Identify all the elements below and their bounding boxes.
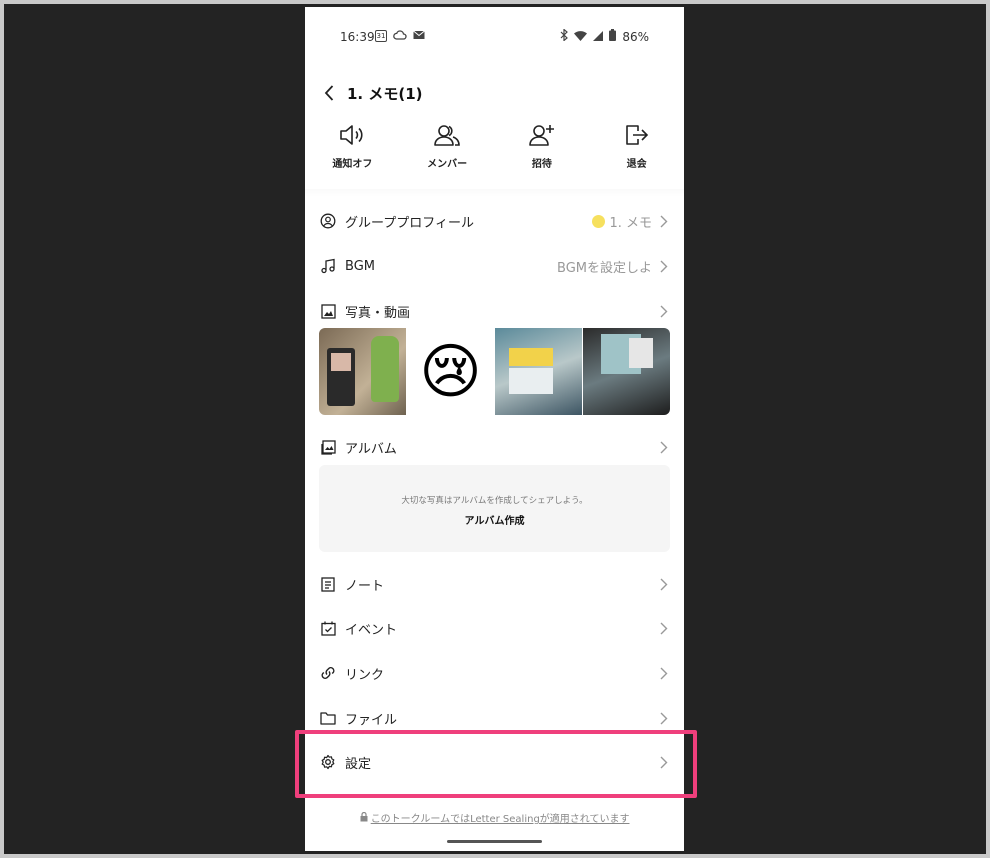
settings-label: 設定 xyxy=(345,756,372,772)
leave-label: 退会 xyxy=(626,159,647,170)
chevron-right-icon xyxy=(660,305,668,317)
photo-icon xyxy=(320,303,336,319)
letter-sealing-notice: このトークルームではLetter Sealingが適用されています xyxy=(305,810,684,825)
gear-icon xyxy=(321,754,335,770)
chevron-right-icon xyxy=(660,260,668,272)
music-note-icon xyxy=(321,258,335,274)
speaker-icon xyxy=(340,125,363,145)
profile-icon xyxy=(320,213,336,229)
bgm-value: BGMを設定しよ xyxy=(557,260,652,276)
note-icon xyxy=(321,576,335,592)
add-person-icon xyxy=(529,125,554,146)
page-title: 1. メモ(1) xyxy=(347,85,423,103)
photo-thumbnail[interactable] xyxy=(495,328,582,415)
chevron-right-icon xyxy=(660,578,668,590)
notifications-off-label: 通知オフ xyxy=(332,159,373,170)
note-label: ノート xyxy=(345,578,385,594)
chevron-right-icon xyxy=(660,667,668,679)
album-label: アルバム xyxy=(345,441,397,457)
notifications-off-button[interactable]: 通知オフ xyxy=(305,121,400,181)
calendar-check-icon xyxy=(320,621,336,636)
bluetooth-icon xyxy=(560,28,569,44)
link-icon xyxy=(321,667,335,679)
create-album-button[interactable]: アルバム作成 xyxy=(465,512,525,527)
chevron-right-icon xyxy=(660,441,668,453)
phone-screen: 16:39 31 86% 1. メモ(1) 通知オフ メンバー 招待 退会 グル… xyxy=(305,7,684,851)
photos-videos-row[interactable]: 写真・動画 xyxy=(319,297,670,325)
leave-button[interactable]: 退会 xyxy=(589,121,684,181)
album-icon xyxy=(320,439,336,455)
link-row[interactable]: リンク xyxy=(319,659,670,687)
members-button[interactable]: メンバー xyxy=(400,121,495,181)
photo-thumbnails: 😢 xyxy=(319,328,670,415)
link-label: リンク xyxy=(345,667,385,683)
bgm-label: BGM xyxy=(345,258,375,274)
photos-videos-label: 写真・動画 xyxy=(345,305,411,321)
back-button[interactable] xyxy=(319,81,339,105)
photo-thumbnail[interactable] xyxy=(583,328,670,415)
file-row[interactable]: ファイル xyxy=(319,704,670,732)
album-row[interactable]: アルバム xyxy=(319,433,670,461)
group-profile-label: グループプロフィール xyxy=(345,215,474,231)
home-indicator xyxy=(447,840,542,843)
event-label: イベント xyxy=(345,622,398,638)
album-hint: 大切な写真はアルバムを作成してシェアしよう。 xyxy=(401,496,588,506)
members-icon xyxy=(434,125,460,146)
note-row[interactable]: ノート xyxy=(319,570,670,598)
group-avatar-icon xyxy=(592,214,606,228)
chevron-left-icon xyxy=(324,85,334,101)
photo-thumbnail[interactable] xyxy=(319,328,406,415)
chevron-right-icon xyxy=(660,215,668,227)
group-profile-row[interactable]: グループプロフィール 1. メモ xyxy=(319,207,670,235)
event-row[interactable]: イベント xyxy=(319,614,670,642)
emoji-thumbnail[interactable]: 😢 xyxy=(407,328,494,415)
chevron-right-icon xyxy=(660,712,668,724)
album-empty-box: 大切な写真はアルバムを作成してシェアしよう。 アルバム作成 xyxy=(319,465,670,552)
battery-percent: 86% xyxy=(622,29,649,44)
settings-row[interactable]: 設定 xyxy=(319,748,670,776)
cloud-icon xyxy=(393,29,407,43)
calendar-day: 31 xyxy=(376,32,386,40)
status-bar: 16:39 31 86% xyxy=(305,7,684,65)
letter-sealing-link[interactable]: このトークルームではLetter Sealingが適用されています xyxy=(371,814,630,825)
calendar-icon: 31 xyxy=(375,30,387,42)
invite-label: 招待 xyxy=(531,159,552,170)
wifi-icon xyxy=(574,30,588,44)
lock-icon xyxy=(360,811,371,825)
exit-icon xyxy=(625,125,648,145)
group-profile-value: 1. メモ xyxy=(609,215,652,231)
invite-button[interactable]: 招待 xyxy=(495,121,590,181)
members-label: メンバー xyxy=(427,159,468,170)
divider xyxy=(305,189,684,197)
mail-icon xyxy=(413,29,425,43)
signal-icon xyxy=(593,30,604,44)
folder-icon xyxy=(320,712,336,725)
header: 1. メモ(1) xyxy=(305,79,684,109)
file-label: ファイル xyxy=(345,712,398,728)
action-bar: 通知オフ メンバー 招待 退会 xyxy=(305,121,684,181)
crying-face-emoji: 😢 xyxy=(419,336,482,407)
chevron-right-icon xyxy=(660,622,668,634)
bgm-row[interactable]: BGM BGMを設定しよ xyxy=(319,252,670,280)
chevron-right-icon xyxy=(660,756,668,768)
battery-icon xyxy=(609,29,617,44)
status-time: 16:39 xyxy=(340,30,375,44)
